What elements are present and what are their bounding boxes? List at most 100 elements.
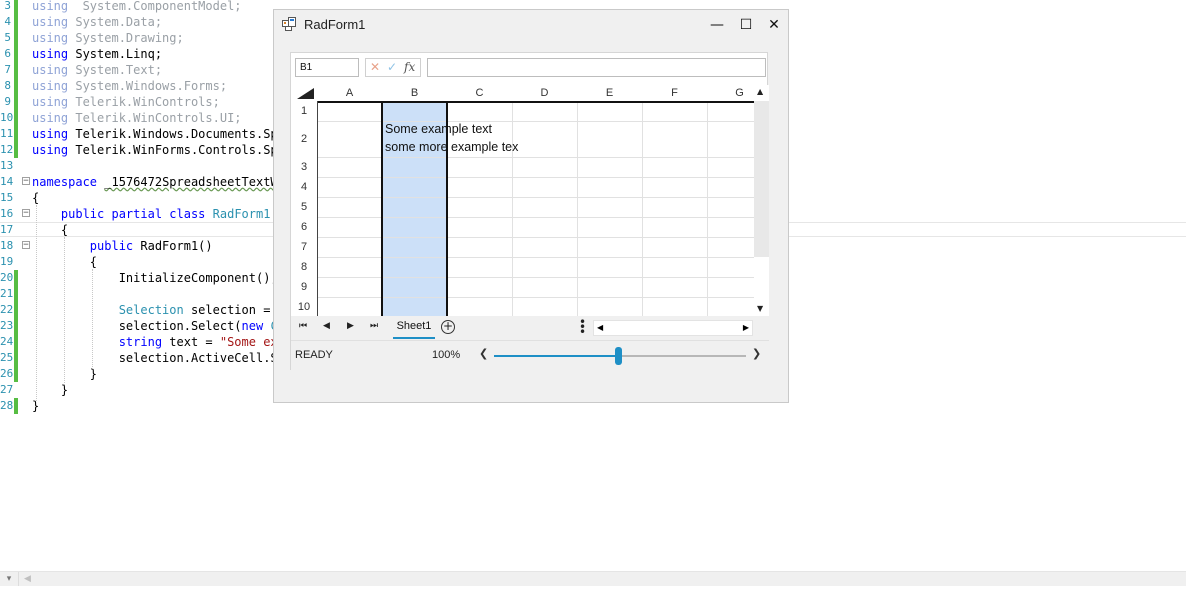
code-text: using Telerik.WinForms.Controls.Spr <box>32 143 285 157</box>
worksheet-grid[interactable]: ABCDEFG 1 2 3 4 5 6 7 8 9 10 Some example text so… <box>291 85 769 316</box>
code-text: using System.ComponentModel; <box>32 0 242 13</box>
row-gridline <box>317 197 769 198</box>
change-marker <box>14 318 18 334</box>
collapse-icon[interactable]: − <box>22 177 30 186</box>
sheet-tab-bar: ⏮ ◀ ▶ ⏭ Sheet1 + • • • ◀ ▶ <box>291 316 769 340</box>
line-number: 5 <box>4 31 11 44</box>
line-number: 16 <box>0 207 14 220</box>
code-text: using Telerik.WinControls; <box>32 95 220 109</box>
row-header[interactable]: 5 <box>291 197 317 217</box>
line-number: 23 <box>0 319 14 332</box>
scroll-down-icon[interactable]: ▼ <box>757 304 763 313</box>
row-gridline <box>317 177 769 178</box>
change-marker <box>14 334 18 350</box>
tab-menu-icon[interactable]: • • • <box>579 316 586 338</box>
editor-zoom-dropdown[interactable]: ▾ <box>0 572 19 586</box>
line-number: 13 <box>0 159 14 172</box>
column-header[interactable]: E <box>577 85 642 101</box>
change-marker <box>14 78 18 94</box>
line-number: 17 <box>0 223 14 236</box>
row-gridline <box>317 257 769 258</box>
row-header[interactable]: 7 <box>291 237 317 257</box>
line-number: 12 <box>0 143 14 156</box>
status-bar: READY 100% ❮ ❯ <box>291 340 769 370</box>
change-marker <box>14 142 18 158</box>
indent-guide <box>36 205 37 401</box>
name-box[interactable]: B1 <box>295 58 359 77</box>
line-number: 15 <box>0 191 14 204</box>
row-header[interactable]: 1 <box>291 101 317 121</box>
accept-icon[interactable]: ✓ <box>387 59 397 76</box>
maximize-button[interactable]: ☐ <box>735 15 757 35</box>
line-number: 8 <box>4 79 11 92</box>
vertical-scroll-thumb[interactable] <box>754 101 769 257</box>
row-gridline <box>317 157 769 158</box>
line-number: 3 <box>4 0 11 12</box>
collapse-icon[interactable]: − <box>22 241 30 250</box>
last-sheet-icon[interactable]: ⏭ <box>370 321 378 331</box>
column-header[interactable]: A <box>317 85 382 101</box>
line-number: 22 <box>0 303 14 316</box>
change-marker <box>14 0 18 14</box>
next-sheet-icon[interactable]: ▶ <box>347 321 354 331</box>
column-header[interactable]: D <box>512 85 577 101</box>
line-number: 28 <box>0 399 14 412</box>
code-text: string text = "Some exa <box>118 335 285 349</box>
column-gridline <box>577 101 578 316</box>
zoom-out-icon[interactable]: ❮ <box>479 347 488 360</box>
change-marker <box>14 94 18 110</box>
column-gridline <box>642 101 643 316</box>
zoom-in-icon[interactable]: ❯ <box>752 347 761 360</box>
sheet-horizontal-scrollbar[interactable]: ◀ ▶ <box>593 320 753 336</box>
prev-sheet-icon[interactable]: ◀ <box>323 321 330 331</box>
app-icon <box>282 17 296 31</box>
close-button[interactable]: ✕ <box>763 15 785 35</box>
function-icon[interactable]: fx <box>404 59 415 76</box>
scroll-right-icon[interactable]: ▶ <box>743 323 749 332</box>
line-number: 21 <box>0 287 14 300</box>
scroll-left-icon[interactable]: ◀ <box>597 323 603 332</box>
column-header[interactable]: C <box>447 85 512 101</box>
first-sheet-icon[interactable]: ⏮ <box>299 321 307 331</box>
column-header[interactable]: F <box>642 85 707 101</box>
title-bar[interactable]: RadForm1 — ☐ ✕ <box>274 10 788 40</box>
row-header[interactable]: 4 <box>291 177 317 197</box>
zoom-level: 100% <box>432 349 461 361</box>
collapse-icon[interactable]: − <box>22 209 30 218</box>
formula-buttons: ✕ ✓ fx <box>365 58 421 77</box>
code-text: Selection selection = t <box>118 303 285 317</box>
zoom-slider-thumb[interactable] <box>615 347 622 365</box>
scroll-up-icon[interactable]: ▲ <box>757 87 763 96</box>
code-text: using System.Drawing; <box>32 31 184 45</box>
row-header[interactable]: 3 <box>291 157 317 177</box>
change-marker <box>14 46 18 62</box>
indent-guide <box>92 269 93 369</box>
zoom-slider-track[interactable] <box>494 355 618 357</box>
editor-horizontal-scrollbar[interactable]: ▾ ◀ <box>0 571 1186 586</box>
cancel-icon[interactable]: ✕ <box>370 59 380 76</box>
row-header[interactable]: 6 <box>291 217 317 237</box>
line-number: 27 <box>0 383 14 396</box>
sheet-tab[interactable]: Sheet1 <box>393 318 435 339</box>
spreadsheet-control: B1 ✕ ✓ fx ABCDEFG 1 2 3 4 5 6 7 8 9 10 Some examp… <box>290 52 769 370</box>
line-number: 7 <box>4 63 11 76</box>
code-text: selection.Select(new Ce <box>32 319 285 333</box>
zoom-slider-track-rest[interactable] <box>618 355 746 357</box>
select-all-corner[interactable] <box>297 88 314 99</box>
minimize-button[interactable]: — <box>706 15 728 35</box>
add-sheet-icon[interactable]: + <box>441 320 455 334</box>
column-header[interactable]: B <box>382 85 447 101</box>
radform-window: RadForm1 — ☐ ✕ B1 ✕ ✓ fx ABCDEFG 1234567… <box>273 9 789 403</box>
cell-b2-line1[interactable]: Some example text <box>385 122 492 136</box>
row-header[interactable]: 2 <box>291 121 317 157</box>
code-text: } <box>32 383 69 397</box>
indent-guide <box>64 237 65 385</box>
row-header[interactable]: 9 <box>291 277 317 297</box>
formula-input[interactable] <box>427 58 766 77</box>
scroll-left-icon[interactable]: ◀ <box>24 572 31 586</box>
line-number: 4 <box>4 15 11 28</box>
change-marker <box>14 30 18 46</box>
row-header[interactable]: 10 <box>291 297 317 316</box>
row-header[interactable]: 8 <box>291 257 317 277</box>
cell-b2-line2[interactable]: some more example tex <box>385 140 518 154</box>
